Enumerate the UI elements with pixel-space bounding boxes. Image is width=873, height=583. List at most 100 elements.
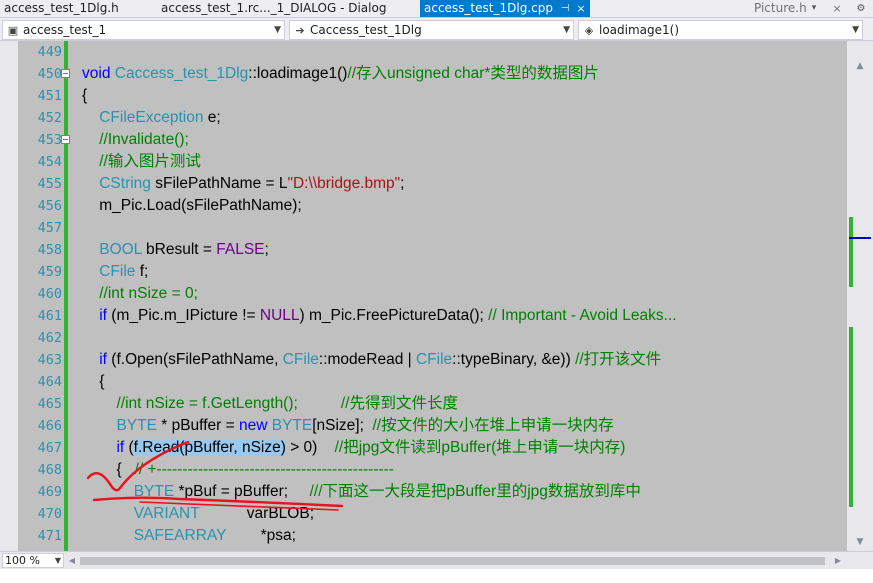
code-token: //int nSize = 0;: [99, 285, 198, 302]
code-token: void: [82, 65, 115, 82]
code-line[interactable]: CFile f;: [82, 261, 148, 283]
code-token: if: [99, 307, 107, 324]
close-tab-icon[interactable]: ×: [830, 0, 844, 17]
scroll-down-icon[interactable]: ▼: [847, 535, 873, 549]
change-marker: [849, 217, 853, 287]
class-dropdown[interactable]: ➔ Caccess_test_1Dlg ▼: [289, 20, 574, 40]
code-line[interactable]: SAFEARRAY *psa;: [82, 525, 296, 547]
method-icon: ◈: [584, 24, 594, 37]
tab-access-test-1dlg-h[interactable]: access_test_1Dlg.h: [0, 0, 140, 17]
code-token: sFilePathName = L: [150, 175, 288, 192]
line-number: 449: [37, 44, 62, 60]
glyph-margin[interactable]: [0, 41, 18, 551]
chevron-down-icon: ▼: [563, 25, 570, 35]
code-line[interactable]: {: [82, 371, 104, 393]
code-line[interactable]: BYTE * pBuffer = new BYTE[nSize]; //按文件的…: [82, 415, 614, 437]
code-line[interactable]: if (f.Read(pBuffer, nSize) > 0) //把jpg文件…: [82, 437, 625, 459]
code-area[interactable]: − void Caccess_test_1Dlg::loadimage1()//存…: [61, 41, 847, 551]
code-token: //int nSize = f.GetLength(); //先得到文件长度: [116, 395, 458, 412]
scroll-right-icon[interactable]: ▶: [832, 553, 844, 568]
code-line[interactable]: if (m_Pic.m_IPicture != NULL) m_Pic.Free…: [82, 305, 677, 327]
class-name: Caccess_test_1Dlg: [310, 23, 422, 37]
code-line[interactable]: if (f.Open(sFilePathName, CFile::modeRea…: [82, 349, 661, 371]
code-line[interactable]: m_Pic.Load(sFilePathName);: [82, 195, 302, 217]
code-token: varBLOB;: [199, 505, 314, 522]
code-token: BYTE: [271, 417, 313, 434]
code-token: //输入图片测试: [99, 153, 201, 170]
code-token: (: [124, 439, 134, 456]
code-token: NULL: [259, 307, 300, 324]
code-token: bResult =: [141, 241, 217, 258]
code-line[interactable]: void Caccess_test_1Dlg::loadimage1()//存入…: [82, 63, 599, 85]
line-number: 467: [37, 440, 62, 456]
code-line[interactable]: BYTE *pBuf = pBuffer; ///下面这一大段是把pBuffer…: [82, 481, 641, 503]
code-token: ///下面这一大段是把pBuffer里的jpg数据放到库中: [309, 483, 641, 500]
settings-icon[interactable]: ⚙: [852, 0, 870, 17]
code-line[interactable]: BOOL bResult = FALSE;: [82, 239, 269, 261]
outline-collapse-icon[interactable]: −: [61, 69, 70, 78]
scroll-up-icon[interactable]: ▲: [847, 59, 873, 73]
scroll-left-icon[interactable]: ◀: [66, 553, 78, 568]
code-line[interactable]: //int nSize = f.GetLength(); //先得到文件长度: [82, 393, 458, 415]
code-token: //Invalidate();: [99, 131, 189, 148]
code-editor[interactable]: 449 450 451 452 453 454 455 456 457 458 459 460 461 4…: [0, 41, 847, 551]
code-token: new: [238, 417, 272, 434]
line-number: 459: [37, 264, 62, 280]
code-line[interactable]: CFileException e;: [82, 107, 220, 129]
zoom-dropdown[interactable]: 100 % ▼: [2, 553, 64, 568]
zoom-level: 100 %: [5, 554, 40, 567]
code-token: (f.Open(sFilePathName,: [106, 351, 283, 368]
outline-collapse-icon[interactable]: −: [61, 135, 70, 144]
code-token: // Important - Avoid Leaks...: [488, 307, 677, 324]
code-line[interactable]: VARIANT varBLOB;: [82, 503, 314, 525]
code-line[interactable]: //Invalidate();: [82, 129, 189, 151]
code-token: CFile: [99, 263, 136, 280]
vertical-scrollbar[interactable]: ▲ ▼: [847, 41, 873, 551]
member-dropdown[interactable]: ◈ loadimage1() ▼: [578, 20, 863, 40]
line-number: 454: [37, 154, 62, 170]
code-token: ) m_Pic.FreePictureData();: [299, 307, 489, 324]
code-token: > 0): [285, 439, 335, 456]
code-line[interactable]: { // +----------------------------------…: [82, 459, 394, 481]
project-name: access_test_1: [23, 23, 107, 37]
line-number: 465: [37, 396, 62, 412]
code-line[interactable]: //输入图片测试: [82, 151, 201, 173]
close-tab-icon[interactable]: ×: [574, 0, 588, 17]
code-token: *pBuf = pBuffer;: [174, 483, 310, 500]
code-token: ::typeBinary, &e)): [452, 351, 576, 368]
code-token: // +------------------------------------…: [134, 461, 394, 478]
project-dropdown[interactable]: ▣ access_test_1 ▼: [2, 20, 285, 40]
code-line[interactable]: {: [82, 85, 87, 107]
code-token: * pBuffer =: [156, 417, 239, 434]
chevron-down-icon: ▼: [54, 556, 61, 565]
code-token: {: [82, 373, 105, 390]
change-marker: [849, 327, 853, 507]
code-token: ::: [318, 351, 328, 368]
line-number-margin: 449 450 451 452 453 454 455 456 457 458 459 460 461 4…: [18, 41, 62, 551]
pin-tab-icon[interactable]: ⊣: [558, 0, 572, 17]
horizontal-scrollbar-thumb[interactable]: [80, 557, 825, 565]
line-number: 463: [37, 352, 62, 368]
line-number: 462: [37, 330, 62, 346]
tab-picture-h[interactable]: Picture.h: [750, 0, 810, 17]
line-number: 469: [37, 484, 62, 500]
code-line[interactable]: //int nSize = 0;: [82, 283, 198, 305]
code-token: (m_Pic.m_IPicture !=: [106, 307, 260, 324]
code-line[interactable]: CString sFilePathName = L"D:\\bridge.bmp…: [82, 173, 404, 195]
tab-dialog-resource[interactable]: access_test_1.rc..._1_DIALOG - Dialog: [157, 0, 407, 17]
code-token: m_Pic.Load(sFilePathName);: [82, 197, 302, 214]
code-token: Caccess_test_1Dlg: [114, 65, 249, 82]
navigation-bar: ▣ access_test_1 ▼ ➔ Caccess_test_1Dlg ▼ ◈ l…: [0, 17, 873, 41]
code-token: VARIANT: [133, 505, 200, 522]
code-token: {: [82, 87, 88, 104]
tab-list-dropdown-icon[interactable]: ▾: [806, 0, 822, 17]
project-icon: ▣: [7, 24, 19, 37]
code-token: //按文件的大小在堆上申请一块内存: [372, 417, 614, 434]
